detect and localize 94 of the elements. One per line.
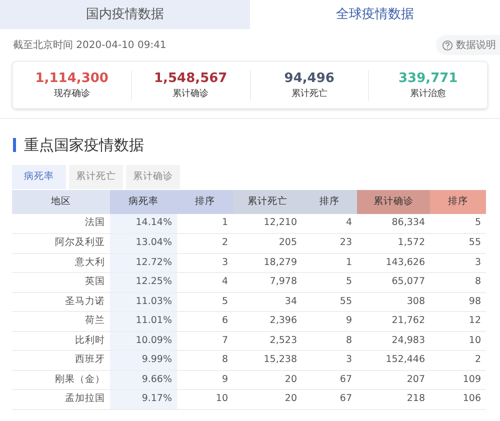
update-time: 截至北京时间 2020-04-10 09:41 <box>13 38 166 52</box>
table-cell: 10 <box>177 390 233 409</box>
table-cell: 圣马力诺 <box>12 292 110 312</box>
table-cell: 11.03% <box>110 292 177 312</box>
table-cell: 10.09% <box>110 331 177 350</box>
stat-value: 94,496 <box>284 70 334 86</box>
table-cell: 55 <box>302 292 357 312</box>
column-header: 病死率 <box>110 190 177 214</box>
table-cell: 8 <box>430 272 486 292</box>
table-cell: 21,762 <box>357 312 430 331</box>
table-cell: 2,523 <box>233 331 302 350</box>
column-header: 排序 <box>177 190 233 214</box>
table-cell: 9 <box>177 370 233 390</box>
table-cell: 143,626 <box>357 253 430 272</box>
table-cell: 11.01% <box>110 312 177 331</box>
stat-label: 累计死亡 <box>291 88 328 100</box>
table-cell: 刚果（金） <box>12 370 110 390</box>
table-cell: 荷兰 <box>12 312 110 331</box>
table-cell: 12 <box>430 312 486 331</box>
table-cell: 9.17% <box>110 390 177 409</box>
table-cell: 3 <box>302 350 357 370</box>
table-cell: 5 <box>302 272 357 292</box>
stat-value: 1,114,300 <box>35 70 108 86</box>
column-header: 累计死亡 <box>233 190 302 214</box>
table-cell: 55 <box>430 234 486 253</box>
table-cell: 9 <box>302 312 357 331</box>
table-cell: 比利时 <box>12 331 110 350</box>
table-cell: 8 <box>302 331 357 350</box>
table-cell: 218 <box>357 390 430 409</box>
stat-label: 现存确诊 <box>54 88 90 100</box>
column-header: 排序 <box>302 190 357 214</box>
table-cell: 106 <box>430 390 486 409</box>
table-cell: 12.72% <box>110 253 177 272</box>
table-cell: 12.25% <box>110 272 177 292</box>
table-cell: 4 <box>302 214 357 234</box>
table-cell: 法国 <box>12 214 110 234</box>
table-cell: 7,978 <box>233 272 302 292</box>
table-cell: 13.04% <box>110 234 177 253</box>
table-cell: 7 <box>177 331 233 350</box>
table-cell: 20 <box>233 390 302 409</box>
table-cell: 西班牙 <box>12 350 110 370</box>
table-cell: 12,210 <box>233 214 302 234</box>
table-cell: 6 <box>177 312 233 331</box>
table-cell: 2 <box>430 350 486 370</box>
table-cell: 4 <box>177 272 233 292</box>
table-cell: 10 <box>430 331 486 350</box>
table-cell: 67 <box>302 370 357 390</box>
table-cell: 1,572 <box>357 234 430 253</box>
table-cell: 9.99% <box>110 350 177 370</box>
section-title: 重点国家疫情数据 <box>24 134 144 156</box>
table-cell: 308 <box>357 292 430 312</box>
accent-bar <box>13 138 16 152</box>
table-cell: 1 <box>302 253 357 272</box>
table-cell: 3 <box>430 253 486 272</box>
table-cell: 152,446 <box>357 350 430 370</box>
table-cell: 18,279 <box>233 253 302 272</box>
stat-label: 累计治愈 <box>410 88 446 100</box>
table-cell: 孟加拉国 <box>12 390 110 409</box>
stat-value: 339,771 <box>398 70 458 86</box>
table-cell: 英国 <box>12 272 110 292</box>
table-cell: 205 <box>233 234 302 253</box>
stat-label: 累计确诊 <box>172 88 209 100</box>
table-cell: 86,334 <box>357 214 430 234</box>
table-cell: 207 <box>357 370 430 390</box>
column-header: 地区 <box>12 190 110 214</box>
sort-tab[interactable]: 累计死亡 <box>69 165 123 189</box>
table-cell: 15,238 <box>233 350 302 370</box>
table-cell: 阿尔及利亚 <box>12 234 110 253</box>
table-cell: 1 <box>177 214 233 234</box>
table-cell: 20 <box>233 370 302 390</box>
stat-value: 1,548,567 <box>154 70 228 86</box>
table-cell: 23 <box>302 234 357 253</box>
column-header: 累计确诊 <box>357 190 430 214</box>
table-cell: 14.14% <box>110 214 177 234</box>
sort-tab[interactable]: 病死率 <box>12 165 66 189</box>
column-header: 排序 <box>430 190 486 214</box>
help-link[interactable]: 数据说明 <box>436 35 500 55</box>
tab[interactable]: 国内疫情数据 <box>0 0 250 29</box>
table-cell: 5 <box>177 292 233 312</box>
table-cell: 意大利 <box>12 253 110 272</box>
table-cell: 9.66% <box>110 370 177 390</box>
table-cell: 24,983 <box>357 331 430 350</box>
table-cell: 109 <box>430 370 486 390</box>
table-cell: 3 <box>177 253 233 272</box>
table-cell: 2,396 <box>233 312 302 331</box>
help-icon <box>442 40 453 50</box>
table-cell: 67 <box>302 390 357 409</box>
table-cell: 5 <box>430 214 486 234</box>
table-cell: 34 <box>233 292 302 312</box>
table-cell: 65,077 <box>357 272 430 292</box>
sort-tab[interactable]: 累计确诊 <box>126 165 180 189</box>
table-cell: 2 <box>177 234 233 253</box>
table-cell: 98 <box>430 292 486 312</box>
table-cell: 8 <box>177 350 233 370</box>
